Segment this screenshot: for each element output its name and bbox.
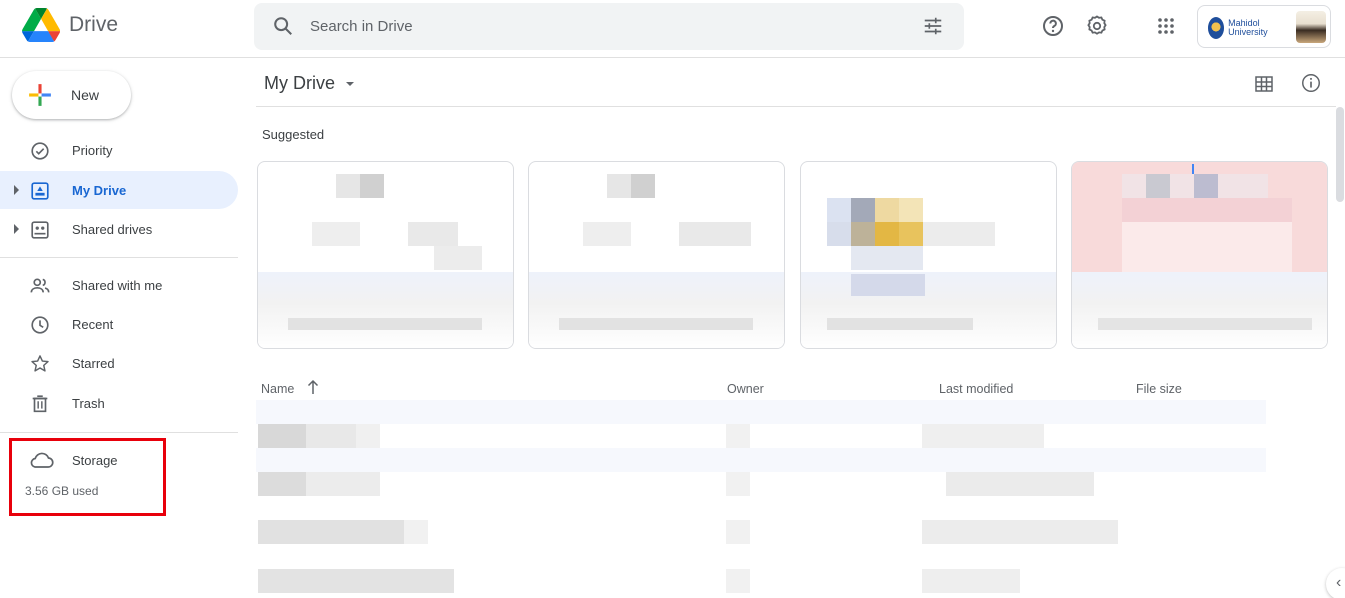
plus-icon xyxy=(29,84,51,106)
sidebar: New Priority My Drive Shared drives Shar… xyxy=(0,59,248,598)
file-thumbnail xyxy=(258,162,513,272)
sidebar-item-priority[interactable]: Priority xyxy=(0,131,238,169)
star-icon xyxy=(31,355,49,372)
people-icon xyxy=(30,278,50,293)
sidebar-divider xyxy=(0,432,238,433)
file-card-footer xyxy=(801,272,1056,348)
sidebar-item-label: Shared with me xyxy=(72,278,163,293)
file-thumbnail xyxy=(1072,162,1327,272)
sidebar-item-shared-with-me[interactable]: Shared with me xyxy=(0,266,238,304)
search-input[interactable]: Search in Drive xyxy=(310,18,413,35)
new-button-label: New xyxy=(71,87,100,103)
table-row[interactable] xyxy=(256,424,1266,448)
expand-arrow-icon[interactable] xyxy=(14,185,19,195)
table-row[interactable] xyxy=(256,472,1266,496)
storage-used-text: 3.56 GB used xyxy=(25,484,99,498)
file-card-footer xyxy=(258,272,513,348)
chevron-left-icon: ‹ xyxy=(1336,574,1342,591)
suggested-file-card[interactable] xyxy=(1071,161,1328,349)
suggested-file-card[interactable] xyxy=(528,161,785,349)
page-title[interactable]: My Drive xyxy=(264,73,354,94)
main-divider xyxy=(256,106,1336,107)
side-panel-toggle-button[interactable]: ‹ xyxy=(1326,568,1345,598)
table-row[interactable] xyxy=(256,448,1266,472)
clock-icon xyxy=(31,316,49,334)
column-header-name[interactable]: Name xyxy=(261,382,294,396)
sidebar-divider xyxy=(0,257,238,258)
sidebar-item-recent[interactable]: Recent xyxy=(0,305,238,343)
university-seal-icon xyxy=(1208,17,1225,39)
help-icon[interactable] xyxy=(1041,14,1065,38)
chevron-down-icon xyxy=(346,81,354,86)
file-card-footer xyxy=(1072,272,1327,348)
sidebar-item-label: Recent xyxy=(72,317,114,332)
file-card-footer xyxy=(529,272,784,348)
new-button[interactable]: New xyxy=(12,71,131,119)
search-bar[interactable]: Search in Drive xyxy=(254,3,964,50)
table-row[interactable] xyxy=(256,400,1266,424)
scrollbar-thumb[interactable] xyxy=(1336,107,1344,202)
app-name: Drive xyxy=(69,13,119,36)
column-header-owner[interactable]: Owner xyxy=(727,382,764,396)
sidebar-item-trash[interactable]: Trash xyxy=(0,384,238,422)
table-row[interactable] xyxy=(256,520,1266,544)
sidebar-item-label: Starred xyxy=(72,356,115,371)
search-options-icon[interactable] xyxy=(922,15,944,37)
expand-arrow-icon[interactable] xyxy=(14,224,19,234)
apps-grid-icon[interactable] xyxy=(1154,14,1178,38)
table-row[interactable] xyxy=(256,569,1266,593)
sidebar-item-my-drive[interactable]: My Drive xyxy=(0,171,238,209)
suggested-file-card[interactable] xyxy=(800,161,1057,349)
arrow-up-icon[interactable] xyxy=(306,379,320,395)
cloud-icon xyxy=(30,452,54,468)
my-drive-icon xyxy=(31,182,49,200)
column-header-last-modified[interactable]: Last modified xyxy=(939,382,1013,396)
main-content: My Drive Suggested Name Owner Last modif… xyxy=(248,59,1345,598)
trash-icon xyxy=(32,395,48,413)
priority-icon xyxy=(31,142,49,160)
sidebar-item-label: Priority xyxy=(72,143,113,158)
drive-logo[interactable]: Drive xyxy=(22,8,118,42)
suggested-heading: Suggested xyxy=(262,127,325,142)
organization-logo: Mahidol University xyxy=(1208,16,1282,40)
sidebar-item-label: Shared drives xyxy=(72,222,153,237)
top-bar: Drive Search in Drive Mahidol University xyxy=(0,0,1345,58)
column-header-file-size[interactable]: File size xyxy=(1136,382,1182,396)
sidebar-item-shared-drives[interactable]: Shared drives xyxy=(0,210,238,248)
file-thumbnail xyxy=(801,162,1056,272)
suggested-file-card[interactable] xyxy=(257,161,514,349)
shared-drives-icon xyxy=(31,221,49,239)
settings-icon[interactable] xyxy=(1085,14,1109,38)
file-thumbnail xyxy=(529,162,784,272)
sidebar-item-starred[interactable]: Starred xyxy=(0,344,238,382)
search-icon[interactable] xyxy=(272,15,294,37)
scrollbar[interactable] xyxy=(1336,107,1345,202)
organization-name: Mahidol University xyxy=(1228,18,1268,37)
info-icon[interactable] xyxy=(1300,72,1322,94)
sidebar-item-label: My Drive xyxy=(72,183,127,198)
sidebar-item-label: Trash xyxy=(72,396,105,411)
avatar[interactable] xyxy=(1296,11,1326,43)
grid-view-icon[interactable] xyxy=(1254,74,1274,94)
drive-logo-icon xyxy=(22,8,60,42)
page-title-text: My Drive xyxy=(264,73,335,93)
storage-link[interactable]: Storage xyxy=(72,453,118,468)
account-switcher[interactable]: Mahidol University xyxy=(1197,5,1331,48)
